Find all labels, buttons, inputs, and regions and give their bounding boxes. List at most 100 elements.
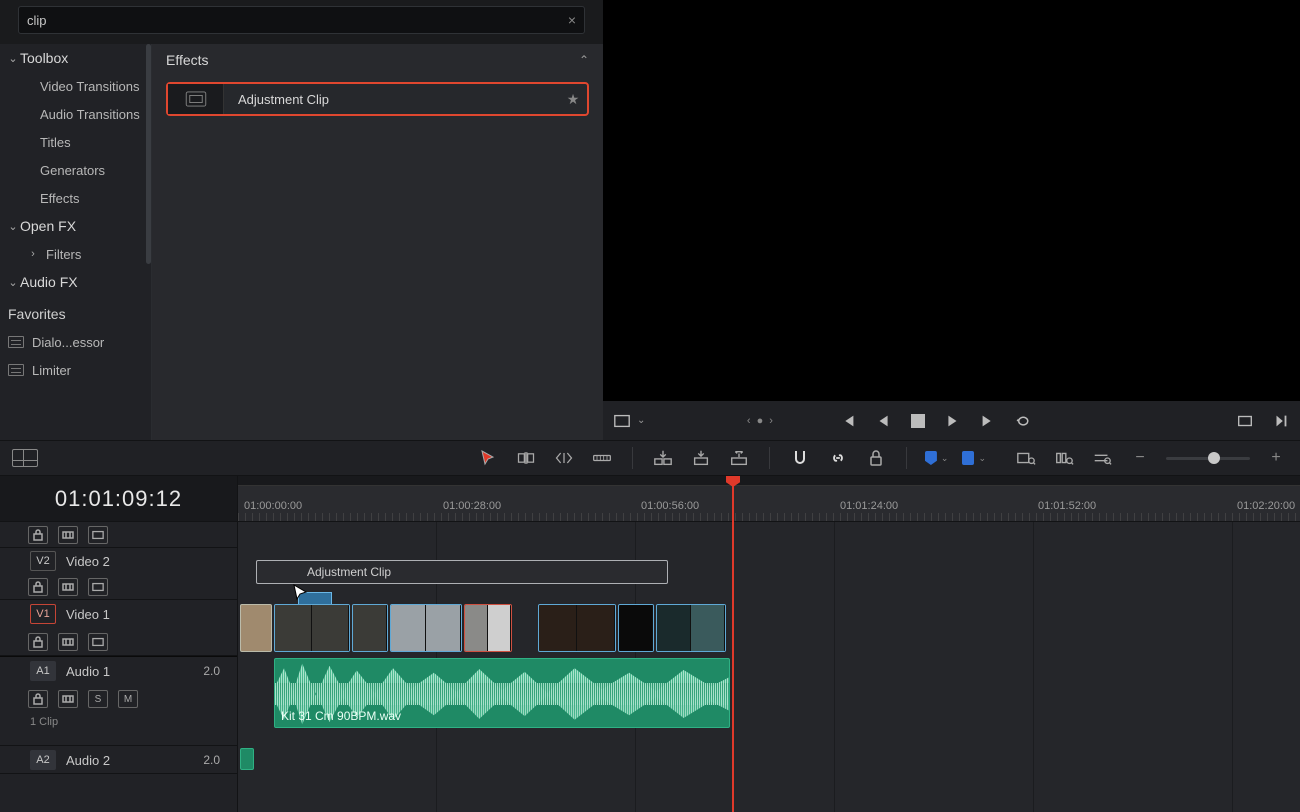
match-frame-controls[interactable]: ‹●› [747,415,773,427]
clear-search-icon[interactable]: × [560,12,584,28]
sidebar-item-titles[interactable]: Titles [0,128,151,156]
flag-marker-blue[interactable]: ⌄ [925,451,949,465]
effects-panel: Effects ⌃ Adjustment Clip ★ [152,44,603,440]
track-name: Audio 1 [66,664,110,679]
expand-viewer-icon[interactable] [1236,412,1254,430]
chevron-down-icon[interactable]: ⌄ [978,453,986,464]
sidebar-scrollbar[interactable] [146,44,151,264]
video-clip[interactable] [618,604,654,652]
zoom-slider[interactable] [1166,457,1250,460]
mute-button[interactable]: M [118,690,138,708]
search-field[interactable]: × [18,6,585,34]
video-clip[interactable] [656,604,726,652]
stop-icon[interactable] [911,414,925,428]
chevron-down-icon: ⌄ [6,52,20,65]
sidebar-item-effects[interactable]: Effects [0,184,151,212]
track-lane-a2[interactable] [238,746,1300,774]
trim-tool-icon[interactable] [514,446,538,470]
video-clip[interactable] [240,604,272,652]
sidebar-section-openfx[interactable]: ⌄ Open FX [0,212,151,240]
toggle-track-icon[interactable] [88,633,108,651]
track-lane-v2[interactable]: Adjustment Clip Adj... [238,548,1300,600]
jump-last-icon[interactable] [979,412,997,430]
lock-track-icon[interactable] [28,578,48,596]
marker-blue[interactable]: ⌄ [962,451,986,465]
video-viewer[interactable] [603,0,1300,400]
favorite-item[interactable]: Limiter [0,356,151,384]
play-icon[interactable] [943,412,961,430]
zoom-full-icon[interactable] [1014,446,1038,470]
video-clip[interactable] [274,604,350,652]
video-clip[interactable] [352,604,388,652]
ruler-mark: 01:00:28:00 [443,500,501,512]
timeline-ruler[interactable]: 01:00:00:00 01:00:28:00 01:00:56:00 01:0… [238,476,1300,522]
timecode-display[interactable]: 01:01:09:12 [0,476,237,522]
sidebar-section-audiofx[interactable]: ⌄ Audio FX [0,268,151,296]
ruler-mark: 01:02:20:00 [1237,500,1295,512]
plugin-icon [8,364,24,376]
lock-track-icon[interactable] [28,690,48,708]
audio-clip[interactable]: Kit 31 Cm 90BPM.wav [274,658,730,728]
dynamic-trim-icon[interactable] [552,446,576,470]
favorites-header: Favorites [0,296,151,328]
sidebar-section-toolbox[interactable]: ⌄ Toolbox [0,44,151,72]
track-lane-a1[interactable]: Kit 31 Cm 90BPM.wav [238,656,1300,746]
video-clip[interactable] [464,604,512,652]
video-clip[interactable] [538,604,616,652]
effect-item-adjustment-clip[interactable]: Adjustment Clip ★ [166,82,589,116]
track-name: Video 2 [66,554,110,569]
jump-first-icon[interactable] [839,412,857,430]
selection-tool-icon[interactable] [476,446,500,470]
blade-tool-icon[interactable] [590,446,614,470]
favorite-star-icon[interactable]: ★ [559,91,587,108]
toggle-track-icon[interactable] [88,526,108,544]
audio-level: 2.0 [203,753,220,767]
track-lane-v1[interactable] [238,600,1300,656]
zoom-detail-icon[interactable] [1052,446,1076,470]
sidebar-item-generators[interactable]: Generators [0,156,151,184]
video-clip[interactable] [390,604,462,652]
chevron-down-icon[interactable]: ⌄ [941,453,949,464]
insert-clip-icon[interactable] [651,446,675,470]
search-input[interactable] [19,13,560,28]
sidebar-item-filters[interactable]: › Filters [0,240,151,268]
auto-select-icon[interactable] [58,578,78,596]
sidebar-item-audio-transitions[interactable]: Audio Transitions [0,100,151,128]
track-badge-v2[interactable]: V2 [30,551,56,571]
zoom-in-icon[interactable]: + [1264,446,1288,470]
favorite-item[interactable]: Dialo...essor [0,328,151,356]
section-label: Toolbox [20,50,68,66]
track-name: Audio 2 [66,753,110,768]
audio-clip[interactable] [240,748,254,770]
ruler-scrub-bar[interactable] [238,476,1300,486]
lock-track-icon[interactable] [28,633,48,651]
viewer-mode-icon[interactable] [613,412,631,430]
replace-clip-icon[interactable] [727,446,751,470]
next-edit-icon[interactable] [1272,412,1290,430]
auto-select-icon[interactable] [58,633,78,651]
lock-track-icon[interactable] [28,526,48,544]
auto-select-icon[interactable] [58,526,78,544]
lock-icon[interactable] [864,446,888,470]
solo-button[interactable]: S [88,690,108,708]
zoom-out-icon[interactable]: − [1128,446,1152,470]
snapping-icon[interactable] [788,446,812,470]
timeline-view-options-icon[interactable] [12,449,38,467]
toggle-track-icon[interactable] [88,578,108,596]
step-back-icon[interactable] [875,412,893,430]
sidebar-item-video-transitions[interactable]: Video Transitions [0,72,151,100]
track-badge-a1[interactable]: A1 [30,661,56,681]
track-badge-v1[interactable]: V1 [30,604,56,624]
track-badge-a2[interactable]: A2 [30,750,56,770]
auto-select-icon[interactable] [58,690,78,708]
link-icon[interactable] [826,446,850,470]
viewer-mode-dropdown-icon[interactable]: ⌄ [637,415,645,426]
loop-icon[interactable] [1015,412,1033,430]
clip-adjustment[interactable]: Adjustment Clip [256,560,668,584]
zoom-custom-icon[interactable] [1090,446,1114,470]
overwrite-clip-icon[interactable] [689,446,713,470]
zoom-slider-knob[interactable] [1208,452,1220,464]
effect-thumbnail-icon [168,84,224,114]
timeline-tracks-area[interactable]: 01:00:00:00 01:00:28:00 01:00:56:00 01:0… [238,476,1300,812]
collapse-icon[interactable]: ⌃ [579,53,589,67]
